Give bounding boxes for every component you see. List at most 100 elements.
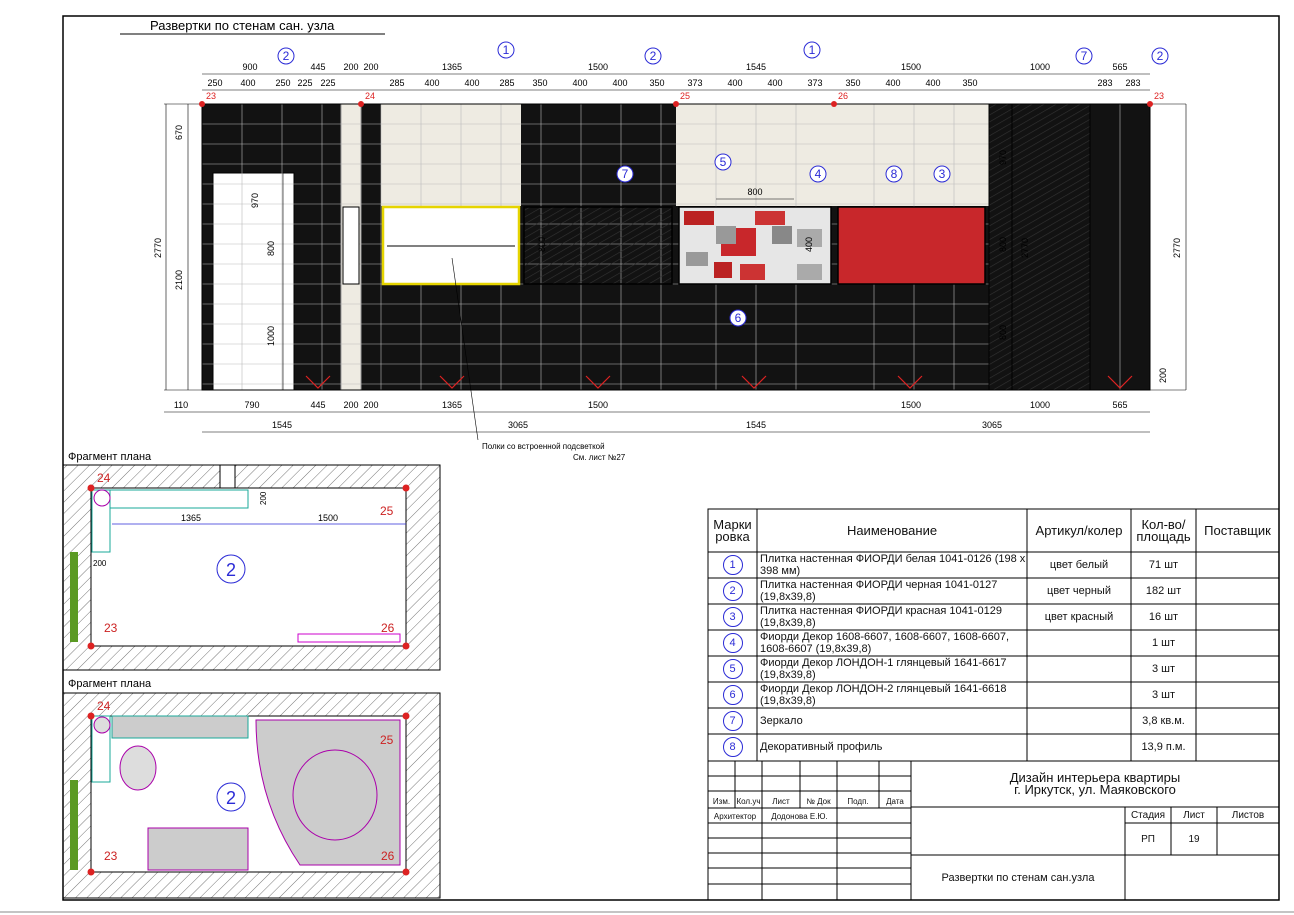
spec-header-name: Наименование xyxy=(846,522,938,538)
corner-label: 23 xyxy=(104,621,118,635)
spec-qty: 3,8 кв.м. xyxy=(1142,715,1185,727)
marker-label: 6 xyxy=(735,311,742,325)
marker-label: 2 xyxy=(650,49,657,63)
corner-label: 23 xyxy=(104,849,118,863)
dimension-label: 1500 xyxy=(588,400,608,410)
dimension-label: 3065 xyxy=(982,420,1002,430)
dimension-label: 400 xyxy=(612,78,627,88)
corner-label: 26 xyxy=(381,849,395,863)
dimension-label: 350 xyxy=(962,78,977,88)
dim-v: 2770 xyxy=(1172,238,1182,258)
spec-mark-cell: 7 xyxy=(708,708,757,734)
dimension-label: 400 xyxy=(767,78,782,88)
dim-v: 970 xyxy=(250,193,260,208)
dimension-label: 350 xyxy=(649,78,664,88)
spec-header-mark: Марки ровка xyxy=(713,516,752,544)
wall-elevation: 23 24 25 26 23 xyxy=(164,91,1186,391)
spec-qty: 3 шт xyxy=(1151,663,1176,675)
marker-label: 2 xyxy=(283,49,290,63)
dimension-label: 350 xyxy=(845,78,860,88)
marker-label: 2 xyxy=(1157,49,1164,63)
dim-v: 670 xyxy=(174,125,184,140)
dimension-label: 200 xyxy=(363,62,378,72)
dim-v: 200 xyxy=(1158,368,1168,383)
spec-name: Плитка настенная ФИОРДИ красная 1041-012… xyxy=(760,605,1002,629)
dimension-label: 1500 xyxy=(588,62,608,72)
plan-fragment-1: 1365 1500 200 200 2 24 25 23 26 xyxy=(62,464,441,671)
dimension-label: 1545 xyxy=(746,62,766,72)
marker-label: 3 xyxy=(939,167,946,181)
dimension-label: 400 xyxy=(240,78,255,88)
room-number: 2 xyxy=(226,788,236,808)
dimension-label: 225 xyxy=(297,78,312,88)
dimension-label: 3065 xyxy=(508,420,528,430)
project-line-2: г. Иркутск, ул. Маяковского xyxy=(1014,782,1176,797)
dim-v: 2770 xyxy=(1020,238,1030,258)
dim-v: 2770 xyxy=(153,238,163,258)
dimension-label: 200 xyxy=(343,400,358,410)
spec-mark: 7 xyxy=(722,711,743,731)
mirror-width: 800 xyxy=(747,187,762,197)
spec-qty: 182 шт xyxy=(1145,585,1182,597)
dimension-label: 565 xyxy=(1112,62,1127,72)
dim-v: 970 xyxy=(998,150,1008,165)
tb-col: Кол.уч xyxy=(736,796,761,806)
plan-fragment-2: 2 24 25 23 26 xyxy=(62,692,441,899)
spec-mark-cell: 6 xyxy=(708,682,757,708)
project-title: Дизайн интерьера квартиры г. Иркутск, ул… xyxy=(911,763,1279,805)
dim-v: 800 xyxy=(998,325,1008,340)
dimension-label: 400 xyxy=(424,78,439,88)
dimension-label: 225 xyxy=(320,78,335,88)
spec-qty: 1 шт xyxy=(1151,637,1176,649)
dimension-label: 285 xyxy=(389,78,404,88)
spec-header-supplier: Поставщик xyxy=(1204,522,1271,538)
sheet-title: Развертки по стенам сан. узла xyxy=(150,18,335,33)
sheet-label: Лист xyxy=(1183,809,1205,821)
spec-qty: 16 шт xyxy=(1148,611,1179,623)
tb-col: № Док xyxy=(806,796,831,806)
spec-mark: 8 xyxy=(722,737,743,757)
corner-label: 25 xyxy=(680,91,690,101)
tb-col: Изм. xyxy=(712,796,731,806)
marker-label: 5 xyxy=(720,155,727,169)
dimension-label: 400 xyxy=(885,78,900,88)
tile-red-block xyxy=(837,206,986,285)
architect-label: Архитектор xyxy=(713,811,757,821)
architect-name: Додонова Е.Ю. xyxy=(771,811,828,821)
corner-label: 26 xyxy=(381,621,395,635)
dimension-label: 1000 xyxy=(1030,62,1050,72)
corner-label: 23 xyxy=(1154,91,1164,101)
plan-dim: 1365 xyxy=(181,513,201,523)
dimension-label: 1500 xyxy=(901,400,921,410)
tb-col: Подп. xyxy=(847,796,869,806)
spec-name: Плитка настенная ФИОРДИ белая 1041-0126 … xyxy=(760,553,1026,577)
spec-article: цвет красный xyxy=(1044,611,1114,623)
dimension-label: 200 xyxy=(343,62,358,72)
spec-mark: 4 xyxy=(722,633,743,653)
dimension-label: 1545 xyxy=(272,420,292,430)
corner-label: 24 xyxy=(97,471,111,485)
corner-label: 24 xyxy=(365,91,375,101)
shelf-note-ref: См. лист №27 xyxy=(573,453,626,462)
plan-dim: 200 xyxy=(93,559,107,568)
corner-label: 25 xyxy=(380,733,394,747)
spec-name: Декоративный профиль xyxy=(760,741,883,753)
spec-article xyxy=(1027,630,1131,656)
dimension-label: 565 xyxy=(1112,400,1127,410)
sheets-value xyxy=(1217,823,1279,855)
tile-white-zone-3 xyxy=(834,104,989,206)
spec-qty: 13,9 п.м. xyxy=(1141,741,1186,753)
dimension-label: 1000 xyxy=(1030,400,1050,410)
dimension-label: 400 xyxy=(572,78,587,88)
marker-label: 8 xyxy=(891,167,898,181)
spec-mark: 1 xyxy=(722,555,743,575)
dim-v: 2100 xyxy=(174,270,184,290)
dimension-label: 445 xyxy=(310,400,325,410)
spec-name: Фиорди Декор ЛОНДОН-2 глянцевый 1641-661… xyxy=(760,683,1007,707)
dimension-label: 1365 xyxy=(442,62,462,72)
top-dimensions xyxy=(202,73,1150,91)
marker-label: 1 xyxy=(503,43,510,57)
dimension-label: 790 xyxy=(244,400,259,410)
dimension-label: 373 xyxy=(807,78,822,88)
dimension-label: 400 xyxy=(925,78,940,88)
